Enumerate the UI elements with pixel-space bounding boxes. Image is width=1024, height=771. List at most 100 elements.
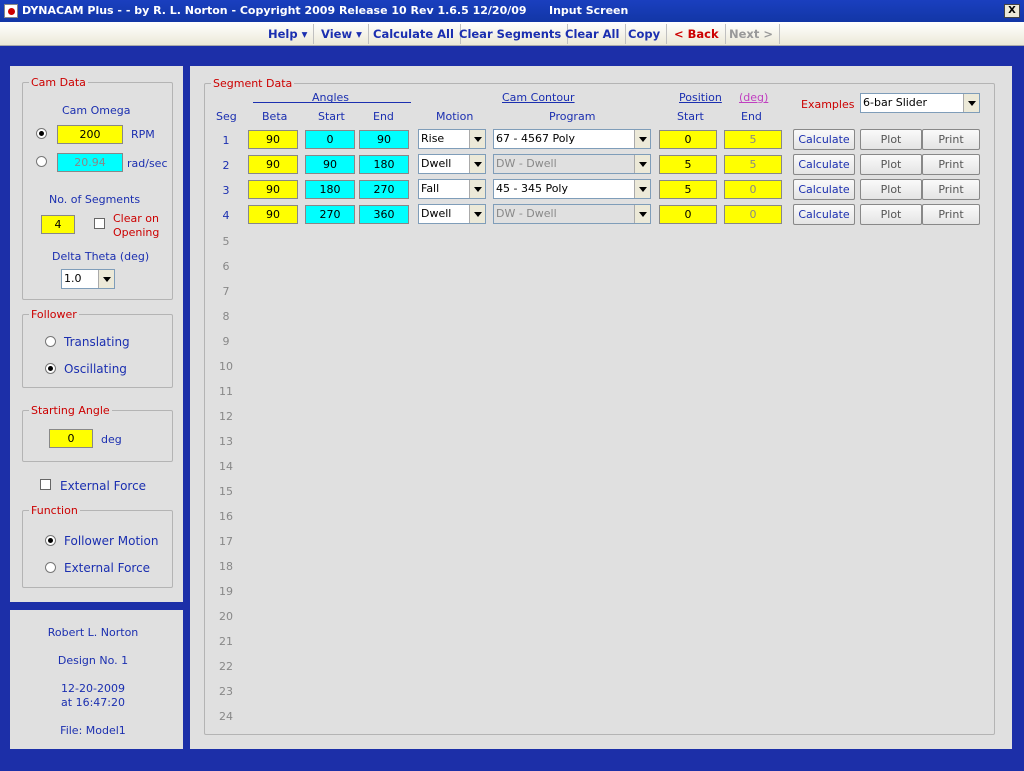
clear-on-opening-checkbox[interactable]	[94, 218, 105, 229]
motion-select[interactable]: Dwell	[418, 154, 486, 174]
seg-number-empty: 17	[219, 535, 233, 548]
program-col-header: Program	[549, 110, 596, 123]
chevron-down-icon	[634, 130, 650, 148]
segments-input[interactable]: 4	[41, 215, 75, 234]
motion-select[interactable]: Dwell	[418, 204, 486, 224]
angles-underline	[253, 102, 411, 103]
segments-label: No. of Segments	[49, 193, 141, 206]
copy-button[interactable]: Copy	[622, 24, 668, 44]
print-button[interactable]: Print	[922, 179, 980, 200]
beta-input[interactable]: 90	[248, 130, 298, 149]
end-angle-cell[interactable]: 360	[359, 205, 409, 224]
motion-value: Dwell	[421, 207, 452, 220]
pos-start-input[interactable]: 0	[659, 205, 717, 224]
close-button[interactable]: X	[1004, 4, 1020, 18]
seg-number-empty: 22	[219, 660, 233, 673]
pos-start-input[interactable]: 5	[659, 155, 717, 174]
pos-end-col-header: End	[741, 110, 762, 123]
translating-radio[interactable]	[45, 336, 56, 347]
help-menu[interactable]: Help ▾	[262, 24, 315, 44]
examples-label: Examples	[801, 98, 855, 111]
seg-number: 4	[222, 209, 230, 222]
seg-number: 2	[222, 159, 230, 172]
external-force-radio[interactable]	[45, 562, 56, 573]
start-col-header: Start	[318, 110, 345, 123]
plot-button[interactable]: Plot	[860, 129, 922, 150]
seg-number-empty: 20	[219, 610, 233, 623]
seg-col-header: Seg	[216, 110, 237, 123]
back-button[interactable]: < Back	[668, 24, 726, 44]
function-legend: Function	[31, 504, 78, 517]
seg-number-empty: 10	[219, 360, 233, 373]
end-angle-cell[interactable]: 270	[359, 180, 409, 199]
seg-number-empty: 23	[219, 685, 233, 698]
position-header: Position	[679, 91, 722, 104]
print-button[interactable]: Print	[922, 154, 980, 175]
delta-theta-select[interactable]: 1.0	[61, 269, 115, 289]
clear-segments-button[interactable]: Clear Segments	[453, 24, 569, 44]
beta-input[interactable]: 90	[248, 155, 298, 174]
view-menu[interactable]: View ▾	[315, 24, 369, 44]
program-value: DW - Dwell	[496, 157, 557, 170]
oscillating-radio[interactable]	[45, 363, 56, 374]
seg-number: 3	[222, 184, 230, 197]
follower-legend: Follower	[31, 308, 77, 321]
motion-select[interactable]: Rise	[418, 129, 486, 149]
calculate-all-button[interactable]: Calculate All	[367, 24, 461, 44]
plot-button[interactable]: Plot	[860, 204, 922, 225]
beta-input[interactable]: 90	[248, 180, 298, 199]
seg-number-empty: 15	[219, 485, 233, 498]
pos-end-input[interactable]: 5	[724, 130, 782, 149]
seg-number-empty: 16	[219, 510, 233, 523]
external-force-label: External Force	[60, 479, 147, 493]
beta-col-header: Beta	[262, 110, 288, 123]
translating-label: Translating	[64, 335, 130, 349]
plot-button[interactable]: Plot	[860, 179, 922, 200]
follower-motion-radio[interactable]	[45, 535, 56, 546]
left-panel: Cam Data Cam Omega 200 RPM 20.94 rad/sec…	[10, 66, 183, 602]
rpm-input[interactable]: 200	[57, 125, 123, 144]
end-angle-cell[interactable]: 90	[359, 130, 409, 149]
radsec-input[interactable]: 20.94	[57, 153, 123, 172]
print-button[interactable]: Print	[922, 204, 980, 225]
pos-end-input[interactable]: 0	[724, 205, 782, 224]
calculate-button[interactable]: Calculate	[793, 204, 855, 225]
program-select[interactable]: 67 - 4567 Poly	[493, 129, 651, 149]
rpm-radio[interactable]	[36, 128, 47, 139]
print-button[interactable]: Print	[922, 129, 980, 150]
program-select[interactable]: DW - Dwell	[493, 154, 651, 174]
plot-button[interactable]: Plot	[860, 154, 922, 175]
calculate-button[interactable]: Calculate	[793, 179, 855, 200]
end-angle-cell[interactable]: 180	[359, 155, 409, 174]
time-label: at 16:47:20	[61, 696, 125, 709]
radsec-radio[interactable]	[36, 156, 47, 167]
calculate-button[interactable]: Calculate	[793, 154, 855, 175]
seg-number-empty: 6	[222, 260, 230, 273]
pos-end-input[interactable]: 5	[724, 155, 782, 174]
segment-data-group: Segment Data	[204, 77, 995, 735]
segment-data-legend: Segment Data	[213, 77, 293, 90]
start-angle-cell[interactable]: 270	[305, 205, 355, 224]
program-select[interactable]: DW - Dwell	[493, 204, 651, 224]
pos-start-input[interactable]: 0	[659, 130, 717, 149]
file-label: File: Model1	[60, 724, 126, 737]
starting-angle-unit: deg	[101, 433, 122, 446]
pos-end-input[interactable]: 0	[724, 180, 782, 199]
examples-select[interactable]: 6-bar Slider	[860, 93, 980, 113]
calculate-button[interactable]: Calculate	[793, 129, 855, 150]
program-select[interactable]: 45 - 345 Poly	[493, 179, 651, 199]
start-angle-cell[interactable]: 180	[305, 180, 355, 199]
start-angle-cell[interactable]: 90	[305, 155, 355, 174]
next-button[interactable]: Next >	[723, 24, 780, 44]
seg-number-empty: 12	[219, 410, 233, 423]
start-angle-cell[interactable]: 0	[305, 130, 355, 149]
clear-all-button[interactable]: Clear All	[559, 24, 627, 44]
clear-on-opening-label-2: Opening	[113, 226, 160, 239]
author-label: Robert L. Norton	[47, 626, 139, 639]
external-force-checkbox[interactable]	[40, 479, 51, 490]
beta-input[interactable]: 90	[248, 205, 298, 224]
pos-start-input[interactable]: 5	[659, 180, 717, 199]
motion-select[interactable]: Fall	[418, 179, 486, 199]
seg-number-empty: 21	[219, 635, 233, 648]
starting-angle-input[interactable]: 0	[49, 429, 93, 448]
